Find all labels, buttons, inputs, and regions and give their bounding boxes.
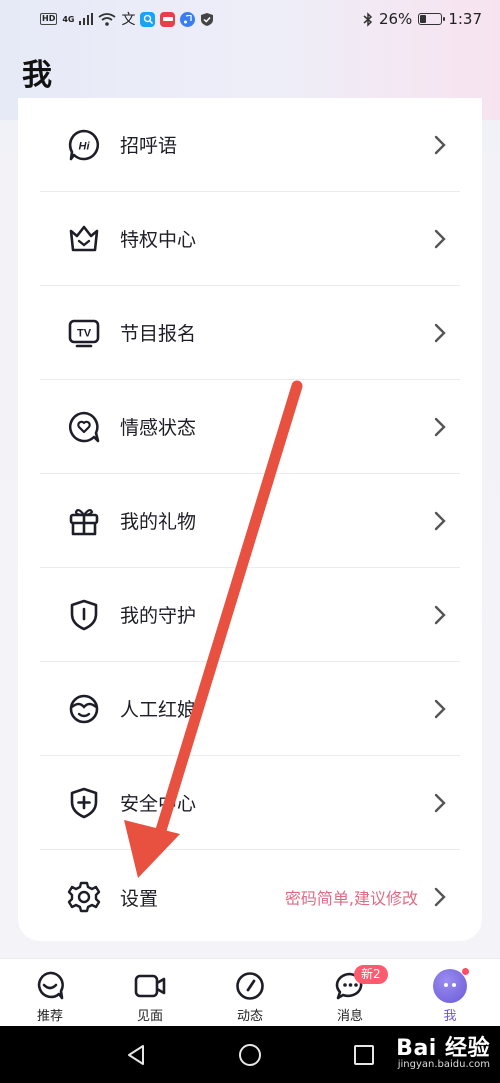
signal-icon — [79, 13, 94, 25]
tab-label: 见面 — [136, 1009, 163, 1024]
chevron-right-icon — [434, 417, 446, 436]
tab-label: 动态 — [236, 1009, 263, 1024]
clock: 1:37 — [448, 10, 482, 28]
search-app-icon — [140, 11, 156, 27]
chevron-right-icon — [434, 793, 446, 812]
recents-icon[interactable] — [353, 1044, 375, 1066]
gear-icon — [66, 879, 102, 915]
status-left: HD 4G 文 — [40, 9, 214, 29]
app-notification-icon: 文 — [121, 12, 136, 28]
battery-level — [420, 15, 427, 23]
back-icon[interactable] — [125, 1043, 147, 1067]
chevron-right-icon — [434, 229, 446, 248]
hi-icon: Hi — [66, 127, 102, 163]
status-right: 26% 1:37 — [363, 10, 482, 28]
avatar — [433, 967, 470, 1003]
shield-status-icon — [201, 12, 214, 26]
tab-label: 我 — [443, 1009, 457, 1024]
tv-icon: TV — [66, 315, 102, 351]
menu-item-label: 情感状态 — [120, 417, 197, 439]
shield-plus-icon — [66, 785, 102, 821]
menu-item-my-guardian[interactable]: 我的守护 — [40, 568, 460, 662]
menu-item-show-signup[interactable]: TV 节目报名 — [40, 286, 460, 380]
battery-icon — [418, 13, 446, 25]
tab-meet[interactable]: 见面 — [100, 959, 200, 1026]
bluetooth-icon — [363, 11, 373, 27]
menu-item-security-center[interactable]: 安全中心 — [40, 756, 460, 850]
chevron-right-icon — [434, 605, 446, 624]
wifi-icon — [98, 12, 117, 26]
menu-item-label: 特权中心 — [120, 229, 197, 251]
menu-item-greeting[interactable]: Hi 招呼语 — [40, 98, 460, 192]
notification-dot — [461, 967, 470, 976]
menu-item-label: 设置 — [120, 887, 159, 910]
tab-label: 推荐 — [36, 1009, 63, 1024]
status-bar: HD 4G 文 26% 1:37 — [0, 0, 500, 38]
crown-icon — [66, 221, 102, 257]
bottom-tab-bar: 推荐 见面 动态 新2 消息 我 — [0, 958, 500, 1026]
menu-item-label: 人工红娘 — [120, 699, 197, 721]
network-indicator: 4G — [62, 14, 75, 24]
chevron-right-icon — [434, 699, 446, 718]
home-icon[interactable] — [238, 1043, 262, 1067]
svg-text:Hi: Hi — [79, 140, 91, 152]
menu-item-label: 节目报名 — [120, 323, 197, 345]
menu-item-label: 招呼语 — [120, 135, 178, 157]
menu-item-relationship-status[interactable]: 情感状态 — [40, 380, 460, 474]
password-warning-hint: 密码简单,建议修改 — [284, 889, 418, 908]
chevron-right-icon — [434, 135, 446, 154]
menu-item-label: 安全中心 — [120, 793, 197, 815]
tab-moments[interactable]: 动态 — [200, 959, 300, 1026]
menu-item-privilege-center[interactable]: 特权中心 — [40, 192, 460, 286]
page-title: 我 — [22, 58, 52, 93]
tab-label: 消息 — [336, 1009, 363, 1024]
music-app-icon — [180, 11, 196, 27]
matchmaker-icon — [66, 691, 102, 727]
battery-percent: 26% — [378, 10, 413, 28]
menu-item-my-gifts[interactable]: 我的礼物 — [40, 474, 460, 568]
heart-bubble-icon — [33, 969, 67, 1003]
chevron-right-icon — [434, 323, 446, 342]
hd-indicator: HD — [40, 13, 58, 25]
menu-item-label: 我的守护 — [120, 605, 197, 627]
gift-icon — [66, 503, 102, 539]
avatar-icon — [433, 967, 470, 1003]
chevron-right-icon — [434, 887, 446, 907]
watermark-logo-text: Bai 经验 — [396, 1036, 490, 1061]
menu-card: Hi 招呼语 特权中心 TV 节目报名 情感状态 我的礼物 我的守护 人工红娘 … — [18, 98, 482, 941]
tab-recommend[interactable]: 推荐 — [0, 959, 100, 1026]
menu-item-settings[interactable]: 设置 密码简单,建议修改 — [40, 850, 460, 944]
baidu-watermark: Bai 经验 jingyan.baidu.com — [396, 1030, 490, 1070]
red-app-icon — [160, 11, 176, 27]
heart-bubble-icon — [66, 409, 102, 445]
chevron-right-icon — [434, 511, 446, 530]
compass-icon — [233, 969, 267, 1003]
new-message-badge: 新2 — [354, 965, 388, 984]
tab-messages[interactable]: 新2 消息 — [300, 959, 400, 1026]
shield-icon — [66, 597, 102, 633]
menu-item-matchmaker[interactable]: 人工红娘 — [40, 662, 460, 756]
svg-text:TV: TV — [77, 327, 92, 339]
video-camera-icon — [133, 969, 167, 1003]
tab-me[interactable]: 我 — [400, 959, 500, 1026]
menu-item-label: 我的礼物 — [120, 511, 197, 533]
watermark-url: jingyan.baidu.com — [397, 1059, 490, 1070]
